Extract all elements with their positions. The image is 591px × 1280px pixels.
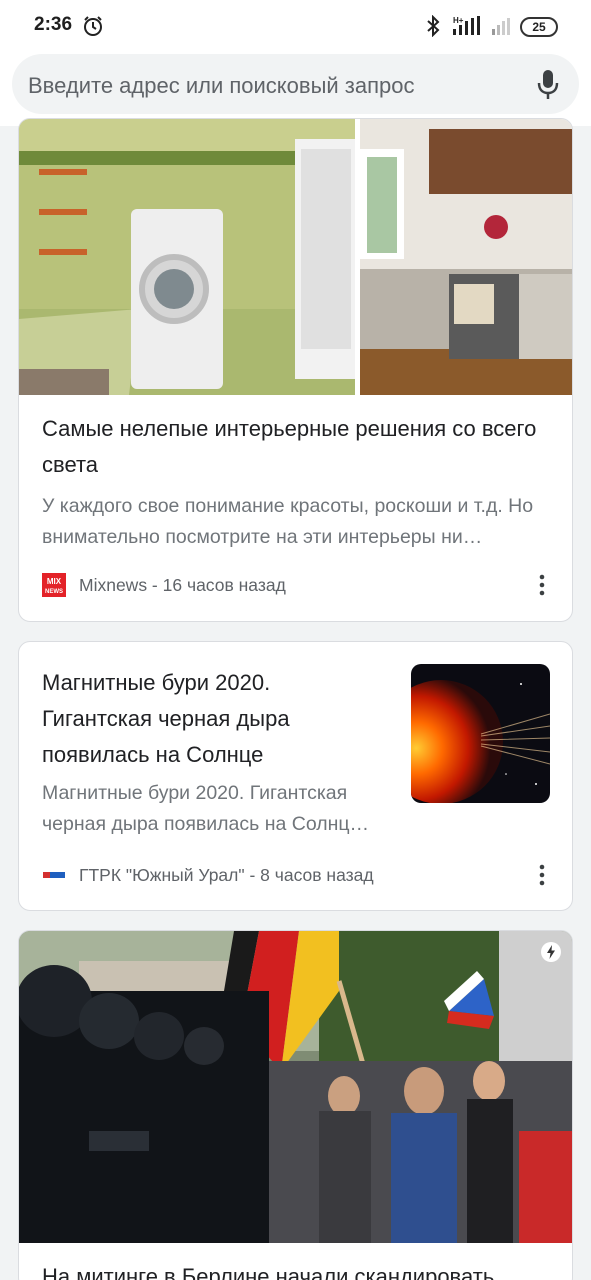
card-description[interactable]: Магнитные бури 2020. Гигантская черная д… <box>42 778 392 840</box>
address-bar[interactable]: Введите адрес или поисковый запрос <box>12 54 579 114</box>
svg-text:H+: H+ <box>453 16 464 25</box>
signal-weak-icon <box>492 18 510 35</box>
bluetooth-icon <box>427 15 440 37</box>
source-name: ГТРК "Южный Урал" - 8 часов назад <box>79 864 374 885</box>
signal-hplus-icon: H+ <box>453 16 480 35</box>
address-placeholder[interactable]: Введите адрес или поисковый запрос <box>28 73 415 99</box>
news-card[interactable]: Магнитные бури 2020. Гигантская черная д… <box>18 641 573 911</box>
card-description[interactable]: У каждого свое понимание красоты, роскош… <box>42 491 556 553</box>
card-source: ГТРК "Южный Урал" - 8 часов назад <box>42 863 374 887</box>
status-time: 2:36 <box>34 14 73 35</box>
svg-text:NEWS: NEWS <box>45 589 63 595</box>
more-options-icon[interactable] <box>538 573 546 597</box>
card-image[interactable] <box>19 119 573 395</box>
card-image[interactable] <box>19 931 573 1243</box>
card-title[interactable]: На митинге в Берлине начали скандировать <box>42 1259 572 1280</box>
mixnews-logo-icon: MIX NEWS <box>42 573 66 597</box>
svg-text:MIX: MIX <box>47 577 62 586</box>
card-title[interactable]: Самые нелепые интерьерные решения со все… <box>42 411 552 483</box>
card-thumbnail[interactable] <box>411 664 550 803</box>
gtrk-logo-icon <box>43 872 65 878</box>
news-card[interactable]: Самые нелепые интерьерные решения со все… <box>18 118 573 622</box>
card-source: MIX NEWS Mixnews - 16 часов назад <box>42 573 286 597</box>
alarm-icon <box>84 16 102 36</box>
source-name: Mixnews - 16 часов назад <box>79 574 286 595</box>
toolbar: Введите адрес или поисковый запрос <box>0 52 591 126</box>
card-title[interactable]: Магнитные бури 2020. Гигантская черная д… <box>42 665 382 773</box>
news-card[interactable]: На митинге в Берлине начали скандировать <box>18 930 573 1280</box>
mic-icon[interactable] <box>535 68 561 102</box>
amp-lightning-icon <box>541 942 561 962</box>
more-options-icon[interactable] <box>538 863 546 887</box>
battery-icon: 25 <box>520 17 558 37</box>
status-bar: 2:36 H+ 25 <box>0 0 591 52</box>
